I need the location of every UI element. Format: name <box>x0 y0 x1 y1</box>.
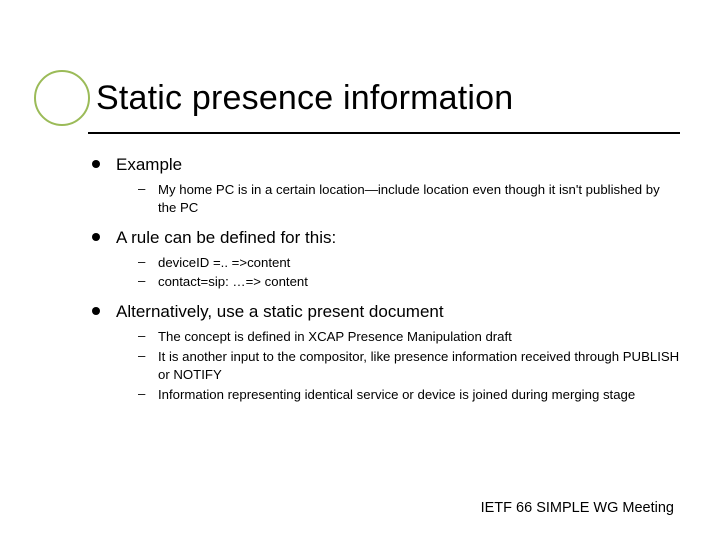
bullet-rule: A rule can be defined for this: deviceID… <box>92 227 680 292</box>
bullet-label: A rule can be defined for this: <box>116 228 336 247</box>
slide-title: Static presence information <box>96 79 513 118</box>
title-underline <box>88 132 680 134</box>
slide-body: Example My home PC is in a certain locat… <box>92 154 680 403</box>
slide: Static presence information Example My h… <box>0 0 720 540</box>
bullet-alternative: Alternatively, use a static present docu… <box>92 301 680 403</box>
slide-footer: IETF 66 SIMPLE WG Meeting <box>481 500 674 516</box>
bullet-label: Example <box>116 155 182 174</box>
sub-bullet: Information representing identical servi… <box>130 386 680 404</box>
sub-bullet: My home PC is in a certain location—incl… <box>130 181 680 217</box>
sub-bullet: contact=sip: …=> content <box>130 273 680 291</box>
sub-bullet: The concept is defined in XCAP Presence … <box>130 328 680 346</box>
accent-circle-icon <box>34 70 90 126</box>
title-row: Static presence information <box>40 70 680 126</box>
bullet-example: Example My home PC is in a certain locat… <box>92 154 680 217</box>
sub-bullet: It is another input to the compositor, l… <box>130 348 680 384</box>
sub-bullet: deviceID =.. =>content <box>130 254 680 272</box>
bullet-label: Alternatively, use a static present docu… <box>116 302 444 321</box>
